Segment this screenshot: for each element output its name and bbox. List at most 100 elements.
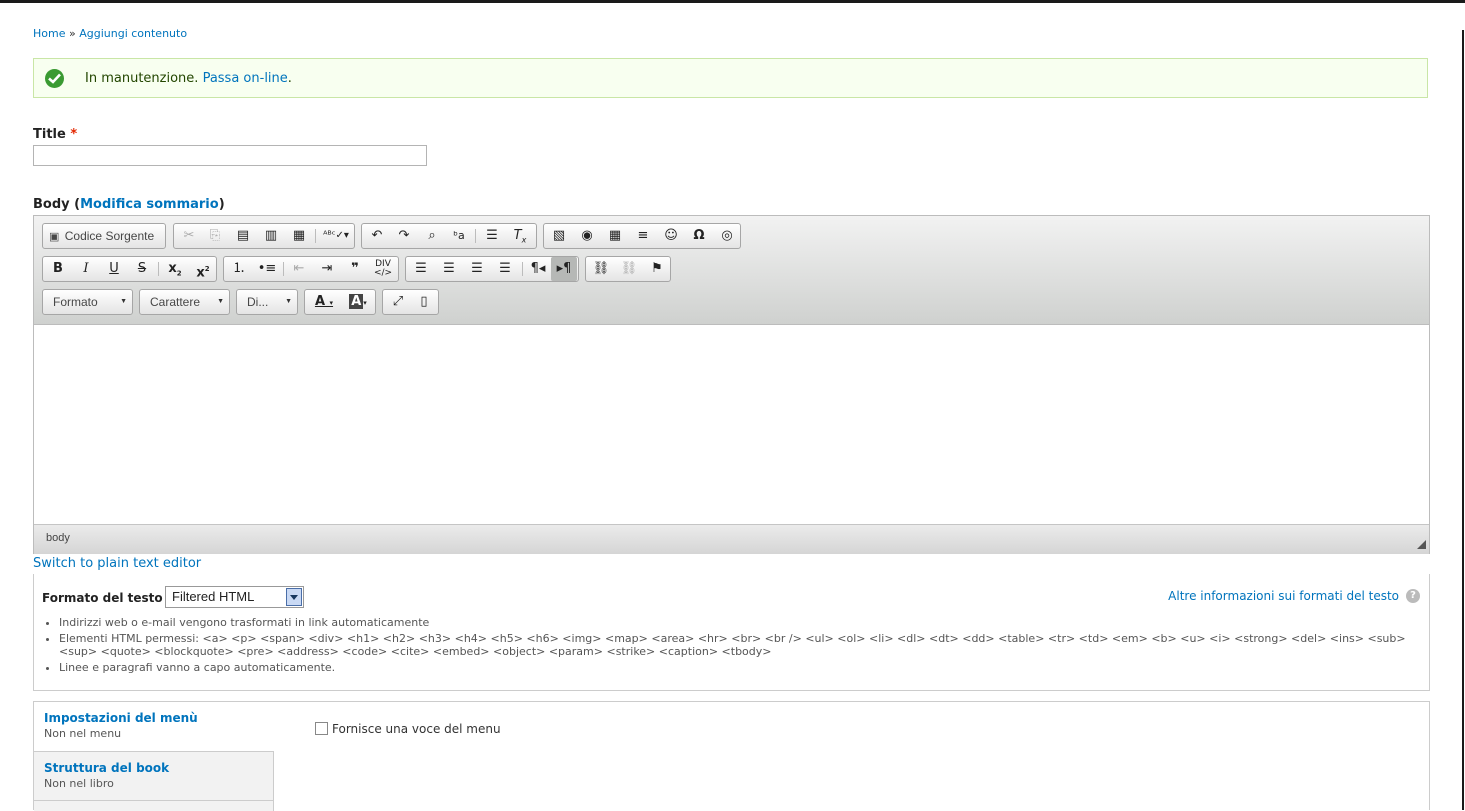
link-icon[interactable]: ⛓ [590, 260, 612, 278]
iframe-icon[interactable]: ◎ [716, 227, 738, 245]
select-all-icon[interactable]: ☰ [481, 227, 503, 245]
flash-icon[interactable]: ◉ [576, 227, 598, 245]
bold-icon[interactable]: B [47, 260, 69, 278]
unlink-icon[interactable]: ⛓ [618, 260, 640, 278]
tab-summary: Non nel libro [44, 777, 114, 790]
copy-icon[interactable]: ⎘ [204, 227, 226, 245]
list-item: Linee e paragrafi vanno a capo automatic… [59, 661, 1429, 674]
chevron-down-icon: ▼ [285, 298, 292, 305]
tab-title: Impostazioni del menù [44, 711, 198, 725]
subscript-icon[interactable]: x2 [164, 260, 186, 278]
breadcrumb: Home » Aggiungi contenuto [33, 27, 187, 40]
insert-group: ▧ ◉ ▦ ≡ ☺ Ω ◎ [543, 223, 741, 249]
element-path[interactable]: body [46, 532, 70, 544]
list-item: Elementi HTML permessi: <a> <p> <span> <… [59, 632, 1429, 658]
undo-icon[interactable]: ↶ [366, 227, 388, 245]
tab-summary: Non nel menu [44, 727, 122, 740]
spellcheck-icon[interactable]: ᴬᴮᶜ✓▾ [320, 227, 352, 245]
switch-plain-text-link[interactable]: Switch to plain text editor [33, 556, 201, 571]
text-format-panel: Formato del testo Filtered HTML Altre in… [33, 574, 1430, 691]
rich-text-editor: ▣ Codice Sorgente ✂ ⎘ ▤ ▥ ▦ ᴬᴮᶜ✓▾ ↶ ↷ ⌕ … [33, 215, 1430, 554]
status-text: In manutenzione. Passa on-line. [85, 71, 292, 86]
text-format-label: Formato del testo [42, 591, 163, 605]
vertical-tabs: Impostazioni del menù Non nel menu Strut… [33, 701, 1430, 811]
underline-icon[interactable]: U [103, 260, 125, 278]
dropdown-arrow-icon [286, 588, 302, 606]
top-bar [0, 0, 1465, 3]
edit-summary-link[interactable]: Modifica sommario [80, 197, 219, 212]
list-item: Indirizzi web o e-mail vengono trasforma… [59, 616, 1429, 629]
ltr-icon[interactable]: ▸¶ [551, 257, 577, 281]
outdent-icon[interactable]: ⇤ [288, 260, 310, 278]
paste-word-icon[interactable]: ▦ [288, 227, 310, 245]
cut-icon[interactable]: ✂ [178, 227, 200, 245]
basic-styles-group: B I U S x2 x2 [42, 256, 217, 282]
breadcrumb-current[interactable]: Aggiungi contenuto [79, 27, 187, 40]
strikethrough-icon[interactable]: S [131, 260, 153, 278]
source-icon: ▣ [49, 231, 60, 243]
right-edge [1462, 30, 1464, 810]
justify-icon[interactable]: ☰ [494, 260, 516, 278]
blockquote-icon[interactable]: ❞ [344, 260, 366, 278]
size-combo[interactable]: Di... ▼ [236, 289, 298, 315]
div-icon[interactable]: DIV </> [372, 260, 394, 278]
title-input[interactable] [33, 145, 427, 166]
table-icon[interactable]: ▦ [604, 227, 626, 245]
remove-format-icon[interactable]: Tx [509, 227, 531, 245]
title-label: Title * [33, 127, 78, 142]
anchor-flag-icon[interactable]: ⚑ [646, 260, 668, 278]
font-combo[interactable]: Carattere ▼ [139, 289, 230, 315]
horizontal-rule-icon[interactable]: ≡ [632, 227, 654, 245]
tab-next[interactable] [34, 800, 274, 811]
go-online-link[interactable]: Passa on-line [203, 71, 288, 86]
tab-book-outline[interactable]: Struttura del book Non nel libro [34, 751, 274, 800]
editor-status-bar: body [34, 524, 1429, 554]
status-message: In manutenzione. Passa on-line. [33, 58, 1428, 98]
format-tips: Indirizzi web o e-mail vengono trasforma… [42, 616, 1429, 677]
check-icon [45, 69, 64, 88]
editor-content-area[interactable] [34, 325, 1429, 524]
paragraph-group: ⒈ •≡ ⇤ ⇥ ❞ DIV </> [223, 256, 399, 282]
italic-icon[interactable]: I [75, 260, 97, 278]
maximize-icon[interactable]: ⤢ [387, 293, 409, 311]
breadcrumb-home[interactable]: Home [33, 27, 65, 40]
more-info-link[interactable]: Altre informazioni sui formati del testo [1168, 589, 1399, 603]
menu-checkbox-label: Fornisce una voce del menu [332, 722, 501, 736]
text-format-select[interactable]: Filtered HTML [165, 586, 304, 608]
bg-color-icon[interactable]: A ▾ [343, 293, 373, 311]
paste-text-icon[interactable]: ▥ [260, 227, 282, 245]
resize-grip-icon[interactable] [1417, 540, 1426, 549]
align-left-icon[interactable]: ☰ [410, 260, 432, 278]
find-icon[interactable]: ⌕ [421, 227, 443, 245]
smiley-icon[interactable]: ☺ [660, 227, 682, 245]
chevron-down-icon: ▼ [120, 298, 127, 305]
link-group: ⛓ ⛓ ⚑ [585, 256, 671, 282]
text-color-icon[interactable]: A ▾ [309, 293, 339, 311]
paste-icon[interactable]: ▤ [232, 227, 254, 245]
replace-icon[interactable]: ᵇa [448, 227, 470, 245]
redo-icon[interactable]: ↷ [393, 227, 415, 245]
tools-group: ⤢ ▯ [382, 289, 439, 315]
chevron-down-icon: ▼ [217, 298, 224, 305]
bullet-list-icon[interactable]: •≡ [256, 260, 278, 278]
special-char-icon[interactable]: Ω [688, 227, 710, 245]
tab-title: Struttura del book [44, 761, 170, 775]
format-combo[interactable]: Formato ▼ [42, 289, 133, 315]
menu-checkbox[interactable] [315, 722, 328, 735]
align-center-icon[interactable]: ☰ [438, 260, 460, 278]
clipboard-group: ✂ ⎘ ▤ ▥ ▦ ᴬᴮᶜ✓▾ [173, 223, 355, 249]
numbered-list-icon[interactable]: ⒈ [228, 260, 250, 278]
rtl-icon[interactable]: ¶◂ [527, 260, 549, 278]
tab-menu-settings[interactable]: Impostazioni del menù Non nel menu [34, 702, 274, 751]
source-group: ▣ Codice Sorgente [42, 223, 166, 249]
source-button[interactable]: ▣ Codice Sorgente [49, 224, 161, 248]
indent-icon[interactable]: ⇥ [316, 260, 338, 278]
menu-checkbox-row[interactable]: Fornisce una voce del menu [315, 722, 501, 736]
breadcrumb-separator: » [68, 27, 76, 40]
help-icon[interactable]: ? [1406, 589, 1420, 603]
superscript-icon[interactable]: x2 [192, 260, 214, 280]
image-icon[interactable]: ▧ [548, 227, 570, 245]
show-blocks-icon[interactable]: ▯ [413, 293, 435, 311]
align-group: ☰ ☰ ☰ ☰ ¶◂ ▸¶ [405, 256, 579, 282]
align-right-icon[interactable]: ☰ [466, 260, 488, 278]
